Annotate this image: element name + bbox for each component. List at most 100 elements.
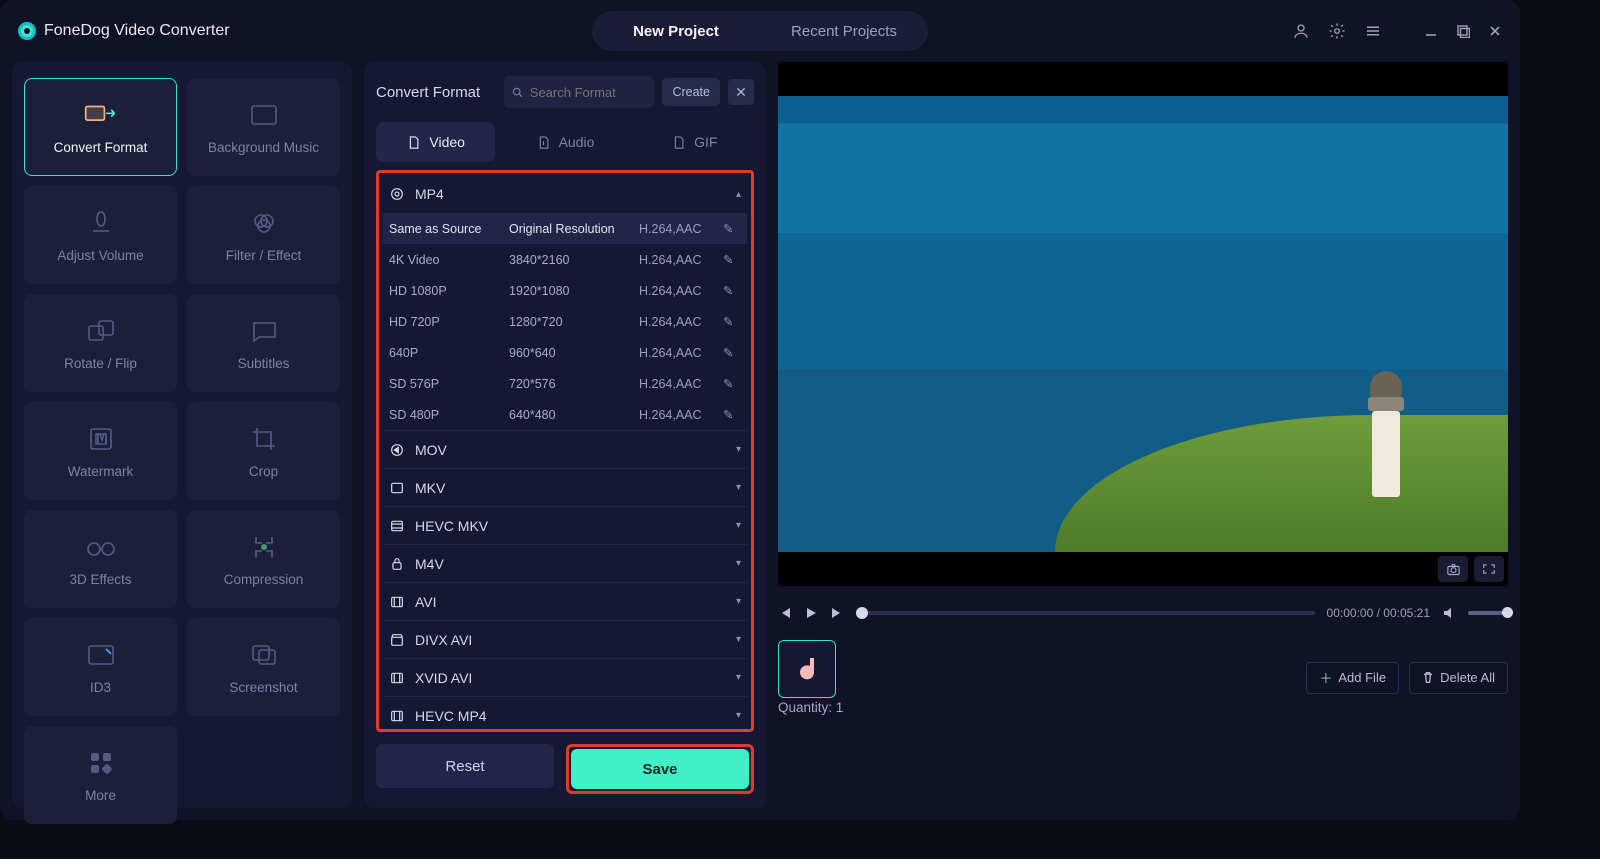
format-group-avi[interactable]: AVI ▾ [383, 582, 747, 620]
format-mp4-label: MP4 [415, 186, 444, 202]
close-panel-button[interactable]: ✕ [728, 79, 754, 105]
search-format[interactable] [504, 76, 654, 108]
preset-720p[interactable]: HD 720P 1280*720 H.264,AAC ✎ [383, 306, 747, 337]
chevron-down-icon: ▾ [736, 710, 741, 721]
account-icon[interactable] [1292, 22, 1310, 40]
volume-slider[interactable] [1468, 611, 1508, 615]
window-minimize[interactable] [1424, 24, 1438, 38]
delete-all-button[interactable]: Delete All [1409, 662, 1508, 694]
edit-icon[interactable]: ✎ [723, 345, 741, 360]
filter-icon [247, 208, 281, 238]
preset-4k[interactable]: 4K Video 3840*2160 H.264,AAC ✎ [383, 244, 747, 275]
tool-background-music[interactable]: Background Music [187, 78, 340, 176]
preset-codec: H.264,AAC [639, 253, 723, 267]
time-current: 00:00:00 [1327, 606, 1374, 620]
save-button[interactable]: Save [571, 749, 749, 789]
tool-compression[interactable]: Compression [187, 510, 340, 608]
app-title: FoneDog Video Converter [44, 22, 230, 40]
edit-icon[interactable]: ✎ [723, 283, 741, 298]
menu-icon[interactable] [1364, 22, 1382, 40]
file-thumbnail[interactable] [778, 640, 836, 698]
window-maximize[interactable] [1456, 24, 1470, 38]
preset-640p[interactable]: 640P 960*640 H.264,AAC ✎ [383, 337, 747, 368]
tool-id3-label: ID3 [90, 680, 111, 695]
format-tab-audio[interactable]: Audio [505, 122, 624, 162]
time-total: 00:05:21 [1383, 606, 1430, 620]
tool-more[interactable]: More [24, 726, 177, 824]
format-tab-gif-label: GIF [694, 134, 717, 150]
convert-icon [84, 100, 118, 130]
search-icon [512, 86, 523, 99]
preset-1080p[interactable]: HD 1080P 1920*1080 H.264,AAC ✎ [383, 275, 747, 306]
tool-subtitles[interactable]: Subtitles [187, 294, 340, 392]
edit-icon[interactable]: ✎ [723, 314, 741, 329]
tool-watermark-label: Watermark [68, 464, 134, 479]
tool-watermark[interactable]: Watermark [24, 402, 177, 500]
crop-icon [247, 424, 281, 454]
format-tab-gif[interactable]: GIF [635, 122, 754, 162]
window-close[interactable] [1488, 24, 1502, 38]
format-group-mkv[interactable]: MKV ▾ [383, 468, 747, 506]
time-sep: / [1373, 606, 1383, 620]
format-group-xvidavi[interactable]: XVID AVI ▾ [383, 658, 747, 696]
format-group-hevcmkv[interactable]: HEVC MKV ▾ [383, 506, 747, 544]
tool-3d-effects[interactable]: 3D Effects [24, 510, 177, 608]
format-group-divxavi[interactable]: DIVX AVI ▾ [383, 620, 747, 658]
preset-res: 640*480 [509, 408, 639, 422]
settings-icon[interactable] [1328, 22, 1346, 40]
preset-480p[interactable]: SD 480P 640*480 H.264,AAC ✎ [383, 399, 747, 430]
video-preview[interactable] [778, 62, 1508, 586]
fullscreen-button[interactable] [1474, 556, 1504, 582]
preset-res: 1920*1080 [509, 284, 639, 298]
tool-crop-label: Crop [249, 464, 278, 479]
tool-volume-label: Adjust Volume [57, 248, 143, 263]
edit-icon[interactable]: ✎ [723, 407, 741, 422]
format-group-mp4[interactable]: MP4 ▴ [383, 175, 747, 213]
format-panel: Convert Format Create ✕ Video Audio [364, 62, 766, 808]
preset-res: Original Resolution [509, 222, 639, 236]
time-display: 00:00:00 / 00:05:21 [1327, 606, 1430, 620]
preset-name: Same as Source [389, 222, 509, 236]
format-group-m4v[interactable]: M4V ▾ [383, 544, 747, 582]
volume-icon[interactable] [1442, 606, 1456, 620]
next-button[interactable] [830, 606, 844, 620]
tool-convert-label: Convert Format [54, 140, 148, 155]
chevron-down-icon: ▾ [736, 596, 741, 607]
app-brand: FoneDog Video Converter [18, 22, 230, 40]
edit-icon[interactable]: ✎ [723, 221, 741, 236]
screenshot-icon [247, 640, 281, 670]
format-avi-label: AVI [415, 594, 437, 610]
search-input[interactable] [530, 85, 647, 100]
snapshot-button[interactable] [1438, 556, 1468, 582]
tool-adjust-volume[interactable]: Adjust Volume [24, 186, 177, 284]
add-file-button[interactable]: ＋ Add File [1306, 662, 1399, 694]
tool-convert-format[interactable]: Convert Format [24, 78, 177, 176]
play-button[interactable] [804, 606, 818, 620]
chevron-down-icon: ▾ [736, 482, 741, 493]
tool-rotate-flip[interactable]: Rotate / Flip [24, 294, 177, 392]
preset-codec: H.264,AAC [639, 315, 723, 329]
preset-res: 3840*2160 [509, 253, 639, 267]
preset-same-as-source[interactable]: Same as Source Original Resolution H.264… [383, 213, 747, 244]
edit-icon[interactable]: ✎ [723, 252, 741, 267]
tool-filter-effect[interactable]: Filter / Effect [187, 186, 340, 284]
format-group-mov[interactable]: MOV ▾ [383, 430, 747, 468]
reset-button[interactable]: Reset [376, 744, 554, 788]
tab-recent-projects[interactable]: Recent Projects [760, 11, 928, 51]
edit-icon[interactable]: ✎ [723, 376, 741, 391]
music-icon [247, 100, 281, 130]
format-group-hevcmp4[interactable]: HEVC MP4 ▾ [383, 696, 747, 732]
format-tab-video[interactable]: Video [376, 122, 495, 162]
film-icon [389, 670, 405, 686]
tool-screenshot[interactable]: Screenshot [187, 618, 340, 716]
tool-crop[interactable]: Crop [187, 402, 340, 500]
seek-bar[interactable] [856, 611, 1315, 615]
tool-id3[interactable]: ID3 [24, 618, 177, 716]
prev-button[interactable] [778, 606, 792, 620]
preset-576p[interactable]: SD 576P 720*576 H.264,AAC ✎ [383, 368, 747, 399]
format-tab-video-label: Video [429, 134, 465, 150]
delete-all-label: Delete All [1440, 670, 1495, 685]
gif-file-icon [671, 135, 686, 150]
create-button[interactable]: Create [662, 78, 720, 106]
tab-new-project[interactable]: New Project [592, 11, 760, 51]
